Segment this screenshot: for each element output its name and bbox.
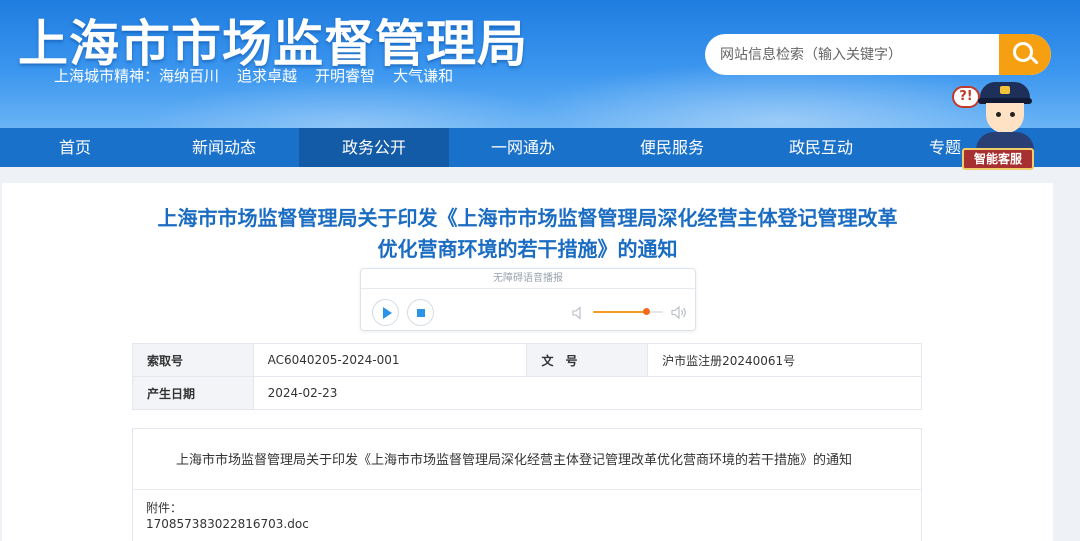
main-nav: 首页 新闻动态 政务公开 一网通办 便民服务 政民互动 专题: [0, 128, 1080, 167]
site-header: 上海市市场监督管理局 上海城市精神：海纳百川 追求卓越 开明睿智 大气谦和: [0, 0, 1080, 128]
attachment-link[interactable]: 170857383022816703.doc: [146, 517, 309, 531]
nav-item-home[interactable]: 首页: [0, 128, 150, 167]
volume-low-icon[interactable]: [572, 306, 582, 320]
attachment-label: 附件：: [146, 501, 183, 515]
slogan-item: 追求卓越: [237, 67, 298, 85]
nav-item-public-services[interactable]: 便民服务: [597, 128, 747, 167]
nav-item-news[interactable]: 新闻动态: [149, 128, 299, 167]
article-body-text: 上海市市场监督管理局关于印发《上海市市场监督管理局深化经营主体登记管理改革优化营…: [176, 453, 853, 468]
question-bubble-icon: ?!: [952, 86, 980, 108]
table-row: 索取号 AC6040205-2024-001 文 号 沪市监注册20240061…: [132, 343, 922, 377]
customer-service-robot-icon[interactable]: ?! 智能客服: [948, 80, 1040, 172]
accessibility-audio-label: 无障碍语音播报: [361, 269, 695, 289]
search-input[interactable]: [705, 34, 1000, 75]
article-title: 上海市市场监督管理局关于印发《上海市市场监督管理局深化经营主体登记管理改革 优化…: [2, 203, 1053, 265]
nav-item-government-affairs[interactable]: 政务公开: [299, 128, 449, 167]
volume-thumb[interactable]: [642, 308, 650, 315]
slogan-prefix: 上海城市精神：: [54, 67, 160, 85]
robot-eye: [1010, 112, 1015, 117]
date-value: 2024-02-23: [252, 376, 923, 410]
play-icon: [383, 307, 392, 319]
divider: [133, 489, 921, 490]
document-number-value: 沪市监注册20240061号: [647, 343, 922, 377]
article-card: 上海市市场监督管理局关于印发《上海市市场监督管理局深化经营主体登记管理改革 优化…: [2, 183, 1053, 541]
stop-icon: [417, 309, 425, 317]
volume-slider[interactable]: [593, 308, 663, 315]
slogan-item: 海纳百川: [159, 67, 220, 85]
nav-item-online-services[interactable]: 一网通办: [448, 128, 598, 167]
search-box: [705, 34, 1051, 75]
play-button[interactable]: [372, 299, 399, 326]
robot-eye: [996, 112, 1001, 117]
stop-button[interactable]: [407, 299, 434, 326]
nav-item-interaction[interactable]: 政民互动: [746, 128, 896, 167]
date-label: 产生日期: [132, 376, 254, 410]
robot-face: [986, 103, 1024, 133]
slogan-item: 大气谦和: [393, 67, 454, 85]
document-number-label: 文 号: [526, 343, 649, 377]
article-body: 上海市市场监督管理局关于印发《上海市市场监督管理局深化经营主体登记管理改革优化营…: [132, 428, 922, 541]
document-info-table: 索取号 AC6040205-2024-001 文 号 沪市监注册20240061…: [132, 343, 923, 410]
article-title-line: 上海市市场监督管理局关于印发《上海市市场监督管理局深化经营主体登记管理改革: [157, 206, 898, 230]
index-number-value: AC6040205-2024-001: [252, 343, 528, 377]
table-row: 产生日期 2024-02-23: [132, 376, 923, 410]
header-cloud-decoration: [140, 80, 560, 128]
volume-high-icon[interactable]: [671, 305, 687, 320]
search-button[interactable]: [999, 34, 1051, 75]
audio-player: 无障碍语音播报: [360, 268, 696, 331]
cap-badge: [1000, 86, 1010, 94]
slogan-item: 开明睿智: [315, 67, 376, 85]
index-number-label: 索取号: [132, 343, 254, 377]
city-slogan: 上海城市精神：海纳百川 追求卓越 开明睿智 大气谦和: [54, 65, 471, 86]
volume-fill: [593, 311, 646, 313]
article-title-line: 优化营商环境的若干措施》的通知: [377, 237, 678, 261]
smart-service-button[interactable]: 智能客服: [962, 148, 1034, 170]
